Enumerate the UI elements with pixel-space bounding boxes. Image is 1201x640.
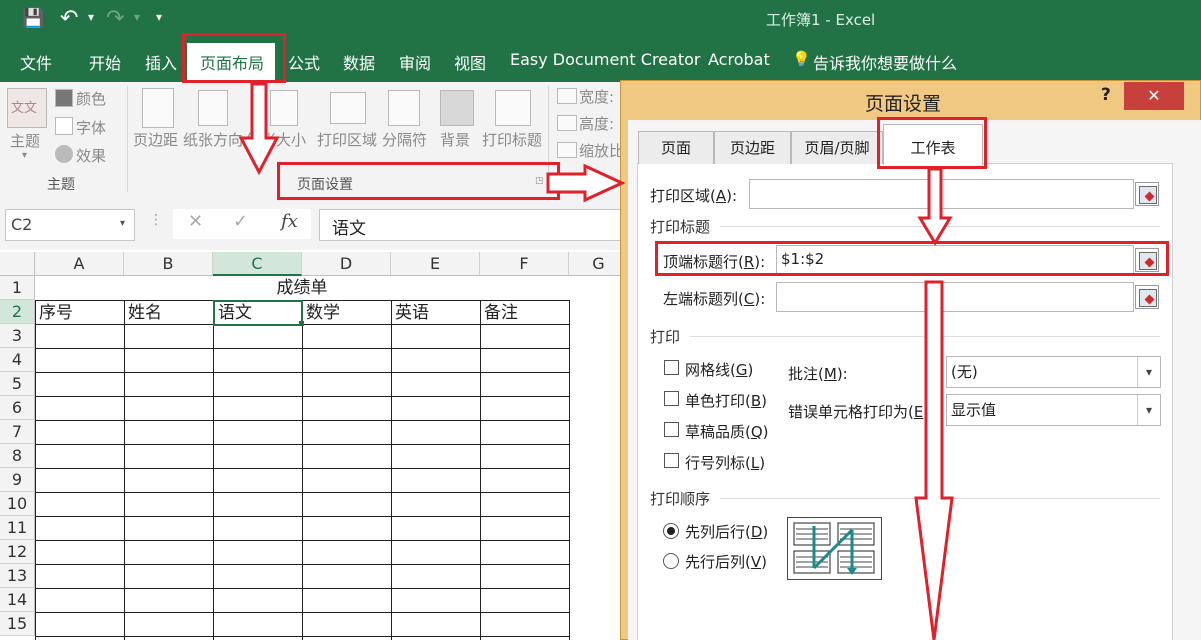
arrow-down-to-rows-icon: [917, 167, 953, 246]
arrow-down-to-ribbon-icon: [238, 82, 280, 176]
arrow-right-to-dialog-icon: [546, 163, 626, 203]
arrow-down-long-icon: [914, 280, 954, 640]
annotation-arrows: [238, 82, 954, 640]
